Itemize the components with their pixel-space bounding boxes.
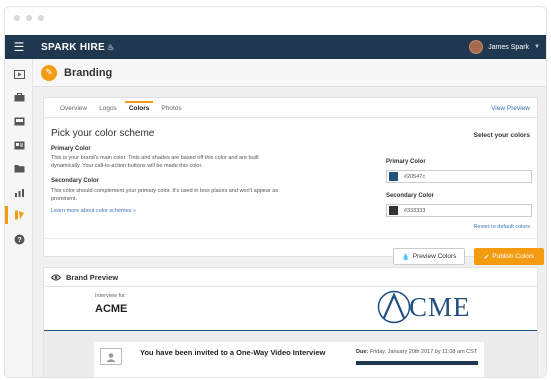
main-content: ✎ Branding Overview Logos Colors Photos …: [33, 59, 546, 377]
publish-colors-button[interactable]: ✔ Publish Colors: [474, 248, 544, 265]
invite-panel: You have been invited to a One-Way Video…: [44, 331, 537, 377]
chevron-down-icon: ▼: [534, 44, 540, 50]
top-navbar: ☰ SPARK HIRE ♨ James Spark ▼: [5, 35, 546, 59]
flame-icon: ♨: [106, 42, 115, 52]
avatar: [469, 40, 484, 54]
section-title: Pick your color scheme: [51, 128, 155, 139]
svg-text:?: ?: [17, 237, 21, 244]
browser-window: ☰ SPARK HIRE ♨ James Spark ▼ ? ✎ Brandin…: [4, 6, 547, 378]
chart-icon[interactable]: [12, 185, 26, 199]
secondary-color-field[interactable]: #333333: [386, 204, 532, 217]
page-header: ✎ Branding: [33, 59, 546, 87]
secondary-swatch[interactable]: [389, 206, 398, 215]
select-colors-label: Select your colors: [473, 132, 530, 139]
view-preview-link[interactable]: View Preview: [491, 105, 530, 112]
window-dot[interactable]: [14, 15, 20, 21]
secondary-color-heading: Secondary Color: [51, 178, 100, 184]
tab-overview[interactable]: Overview: [56, 105, 91, 117]
profile-placeholder-icon: [100, 348, 122, 365]
colors-card: Overview Logos Colors Photos View Previe…: [43, 97, 544, 265]
user-name: James Spark: [488, 43, 530, 51]
invite-card: You have been invited to a One-Way Video…: [94, 342, 484, 377]
divider: [44, 238, 539, 239]
description-line: This is your brand's main color. Tints a…: [51, 155, 259, 161]
due-label: Due:: [356, 349, 369, 355]
active-indicator: [5, 206, 8, 224]
droplet-icon: 💧: [401, 253, 410, 261]
sidebar: ?: [5, 59, 33, 377]
description-line: prominent.: [51, 195, 77, 202]
paint-brush-icon[interactable]: [12, 208, 26, 222]
interview-for-label: Interview for:: [95, 293, 127, 299]
window-dot[interactable]: [38, 15, 44, 21]
check-icon: ✔: [483, 253, 490, 261]
primary-color-field[interactable]: #20547c: [386, 170, 532, 183]
company-name: ACME: [95, 303, 128, 315]
learn-more-link[interactable]: Learn more about color schemes »: [51, 208, 136, 214]
logo-text: CME: [409, 291, 471, 322]
briefcase-icon[interactable]: [12, 90, 26, 104]
revert-colors-link[interactable]: Revert to default colors: [473, 224, 530, 230]
tab-logos[interactable]: Logos: [95, 105, 121, 117]
page-title: Branding: [64, 66, 113, 79]
invite-action-bar[interactable]: [356, 361, 478, 365]
brand-preview-card: Brand Preview Interview for: ACME CME Yo…: [43, 267, 538, 377]
secondary-color-value: #333333: [404, 207, 426, 214]
help-icon[interactable]: ?: [12, 232, 26, 246]
due-date: Due: Friday, January 20th 2017 by 11:08 …: [356, 349, 477, 355]
eye-icon: [50, 268, 62, 286]
description-line: This color should complement your primar…: [51, 188, 279, 194]
folder-icon[interactable]: [12, 161, 26, 175]
preview-colors-button[interactable]: 💧 Preview Colors: [393, 248, 465, 265]
description-line: dynamically. Your call-to-action buttons…: [51, 162, 203, 169]
secondary-field-label: Secondary Color: [386, 193, 435, 199]
secondary-color-description: This color should complement your primar…: [51, 188, 278, 203]
user-menu[interactable]: James Spark ▼: [469, 40, 546, 54]
brand-preview-title: Brand Preview: [66, 272, 119, 282]
invite-title: You have been invited to a One-Way Video…: [140, 348, 326, 357]
hamburger-menu-icon[interactable]: ☰: [5, 40, 33, 54]
video-icon[interactable]: [12, 67, 26, 81]
publish-colors-label: Publish Colors: [492, 253, 535, 260]
due-value: Friday, January 20th 2017 by 11:08 am CS…: [369, 349, 478, 355]
tab-photos[interactable]: Photos: [157, 105, 185, 117]
primary-color-heading: Primary Color: [51, 146, 91, 152]
inbox-icon[interactable]: [12, 114, 26, 128]
app-logo[interactable]: SPARK HIRE ♨: [41, 42, 114, 53]
company-logo: CME: [377, 290, 471, 324]
brand-preview-header: Brand Preview: [44, 268, 537, 287]
branding-tabs: Overview Logos Colors Photos View Previe…: [44, 98, 537, 118]
tab-colors[interactable]: Colors: [124, 101, 154, 117]
acme-logo-mark: [377, 290, 411, 324]
primary-color-value: #20547c: [404, 173, 426, 180]
window-dot[interactable]: [26, 15, 32, 21]
primary-color-description: This is your brand's main color. Tints a…: [51, 155, 259, 170]
window-chrome: [5, 7, 546, 29]
preview-colors-label: Preview Colors: [412, 253, 457, 260]
primary-swatch[interactable]: [389, 172, 398, 181]
primary-field-label: Primary Color: [386, 159, 426, 165]
pencil-icon: ✎: [41, 64, 57, 81]
contacts-icon[interactable]: [12, 138, 26, 152]
